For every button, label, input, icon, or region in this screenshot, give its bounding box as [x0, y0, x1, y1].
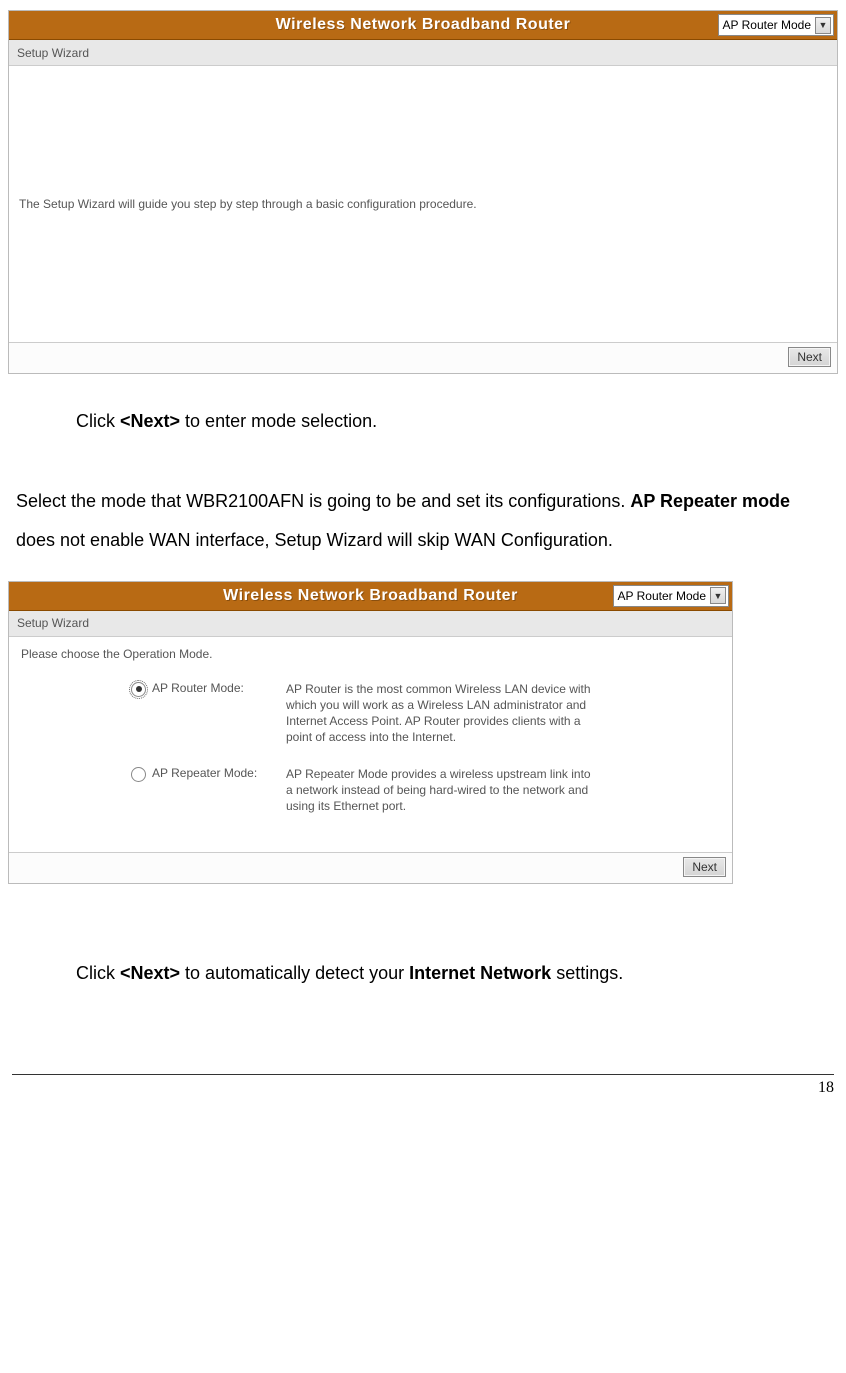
header-bar: Wireless Network Broadband Router AP Rou… [9, 582, 732, 611]
wizard-body: The Setup Wizard will guide you step by … [9, 66, 837, 342]
option-label: AP Repeater Mode: [152, 766, 257, 780]
option-description: AP Repeater Mode provides a wireless ups… [286, 766, 596, 815]
router-screenshot-1: Wireless Network Broadband Router AP Rou… [8, 10, 838, 374]
radio-ap-repeater[interactable] [131, 767, 146, 782]
wizard-body: Please choose the Operation Mode. AP Rou… [9, 637, 732, 852]
chevron-down-icon[interactable]: ▼ [710, 587, 726, 604]
mode-dropdown-value: AP Router Mode [618, 589, 707, 603]
option-ap-router: AP Router Mode: AP Router is the most co… [131, 681, 720, 746]
app-title: Wireless Network Broadband Router [276, 16, 571, 34]
mode-dropdown[interactable]: AP Router Mode ▼ [718, 14, 835, 36]
option-description: AP Router is the most common Wireless LA… [286, 681, 596, 746]
router-screenshot-2: Wireless Network Broadband Router AP Rou… [8, 581, 733, 884]
mode-dropdown[interactable]: AP Router Mode ▼ [613, 585, 730, 607]
wizard-description: The Setup Wizard will guide you step by … [19, 197, 477, 211]
instruction-2: Click <Next> to automatically detect you… [8, 954, 838, 994]
page-number: 18 [12, 1074, 834, 1105]
next-button[interactable]: Next [683, 857, 726, 877]
section-title: Setup Wizard [9, 611, 732, 637]
header-bar: Wireless Network Broadband Router AP Rou… [9, 11, 837, 40]
paragraph-mode-info: Select the mode that WBR2100AFN is going… [8, 482, 838, 561]
footer-bar: Next [9, 342, 837, 373]
app-title: Wireless Network Broadband Router [223, 587, 518, 605]
chevron-down-icon[interactable]: ▼ [815, 17, 831, 34]
option-label: AP Router Mode: [152, 681, 244, 695]
instruction-1: Click <Next> to enter mode selection. [8, 402, 838, 442]
option-ap-repeater: AP Repeater Mode: AP Repeater Mode provi… [131, 766, 720, 815]
section-title: Setup Wizard [9, 40, 837, 66]
radio-ap-router[interactable] [131, 682, 146, 697]
choose-mode-text: Please choose the Operation Mode. [21, 647, 720, 661]
mode-dropdown-value: AP Router Mode [723, 18, 812, 32]
next-button[interactable]: Next [788, 347, 831, 367]
footer-bar: Next [9, 852, 732, 883]
